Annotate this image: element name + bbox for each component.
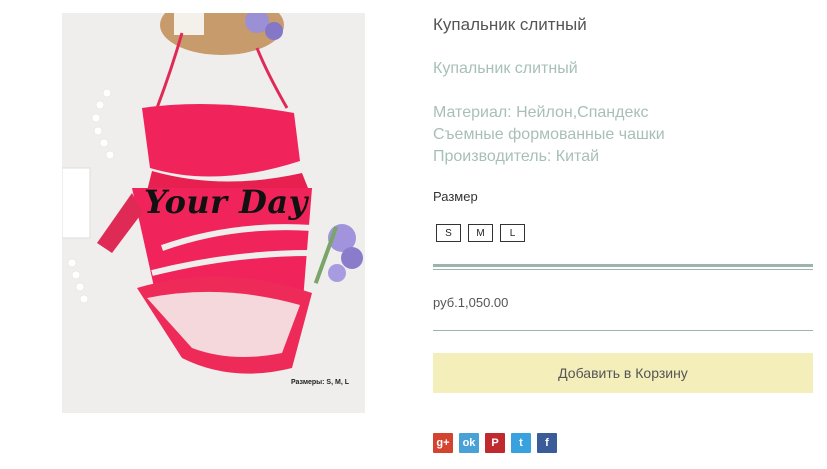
brand-watermark: Your Day	[144, 183, 308, 221]
swimsuit-top	[142, 104, 300, 177]
size-option-l[interactable]: L	[500, 224, 525, 242]
bottle-shape	[174, 13, 204, 35]
description-line: Материал: Нейлон,Спандекс	[433, 104, 649, 121]
description-line: Съемные формованные чашки	[433, 126, 665, 143]
product-description: Материал: Нейлон,Спандекс Съемные формов…	[433, 102, 665, 168]
frame-shape	[62, 167, 91, 239]
product-subtitle: Купальник слитный	[433, 60, 578, 77]
divider	[433, 264, 813, 267]
google-plus-icon[interactable]: g+	[433, 433, 453, 453]
pinterest-icon[interactable]: P	[485, 433, 505, 453]
share-bar: g+ ok P t f	[433, 433, 557, 453]
size-option-m[interactable]: M	[468, 224, 493, 242]
twitter-icon[interactable]: t	[511, 433, 531, 453]
size-option-s[interactable]: S	[436, 224, 461, 242]
size-options: S M L	[436, 224, 525, 242]
divider	[433, 330, 813, 331]
product-image[interactable]: Your Day Размеры: S, M, L	[62, 13, 365, 413]
size-label: Размер	[433, 189, 478, 204]
product-price: руб.1,050.00	[433, 295, 509, 310]
product-title: Купальник слитный	[433, 15, 587, 34]
photo-caption: Размеры: S, M, L	[290, 379, 349, 386]
add-to-cart-button[interactable]: Добавить в Корзину	[433, 353, 813, 393]
facebook-icon[interactable]: f	[537, 433, 557, 453]
description-line: Производитель: Китай	[433, 148, 600, 165]
divider	[433, 269, 813, 270]
odnoklassniki-icon[interactable]: ok	[459, 433, 479, 453]
